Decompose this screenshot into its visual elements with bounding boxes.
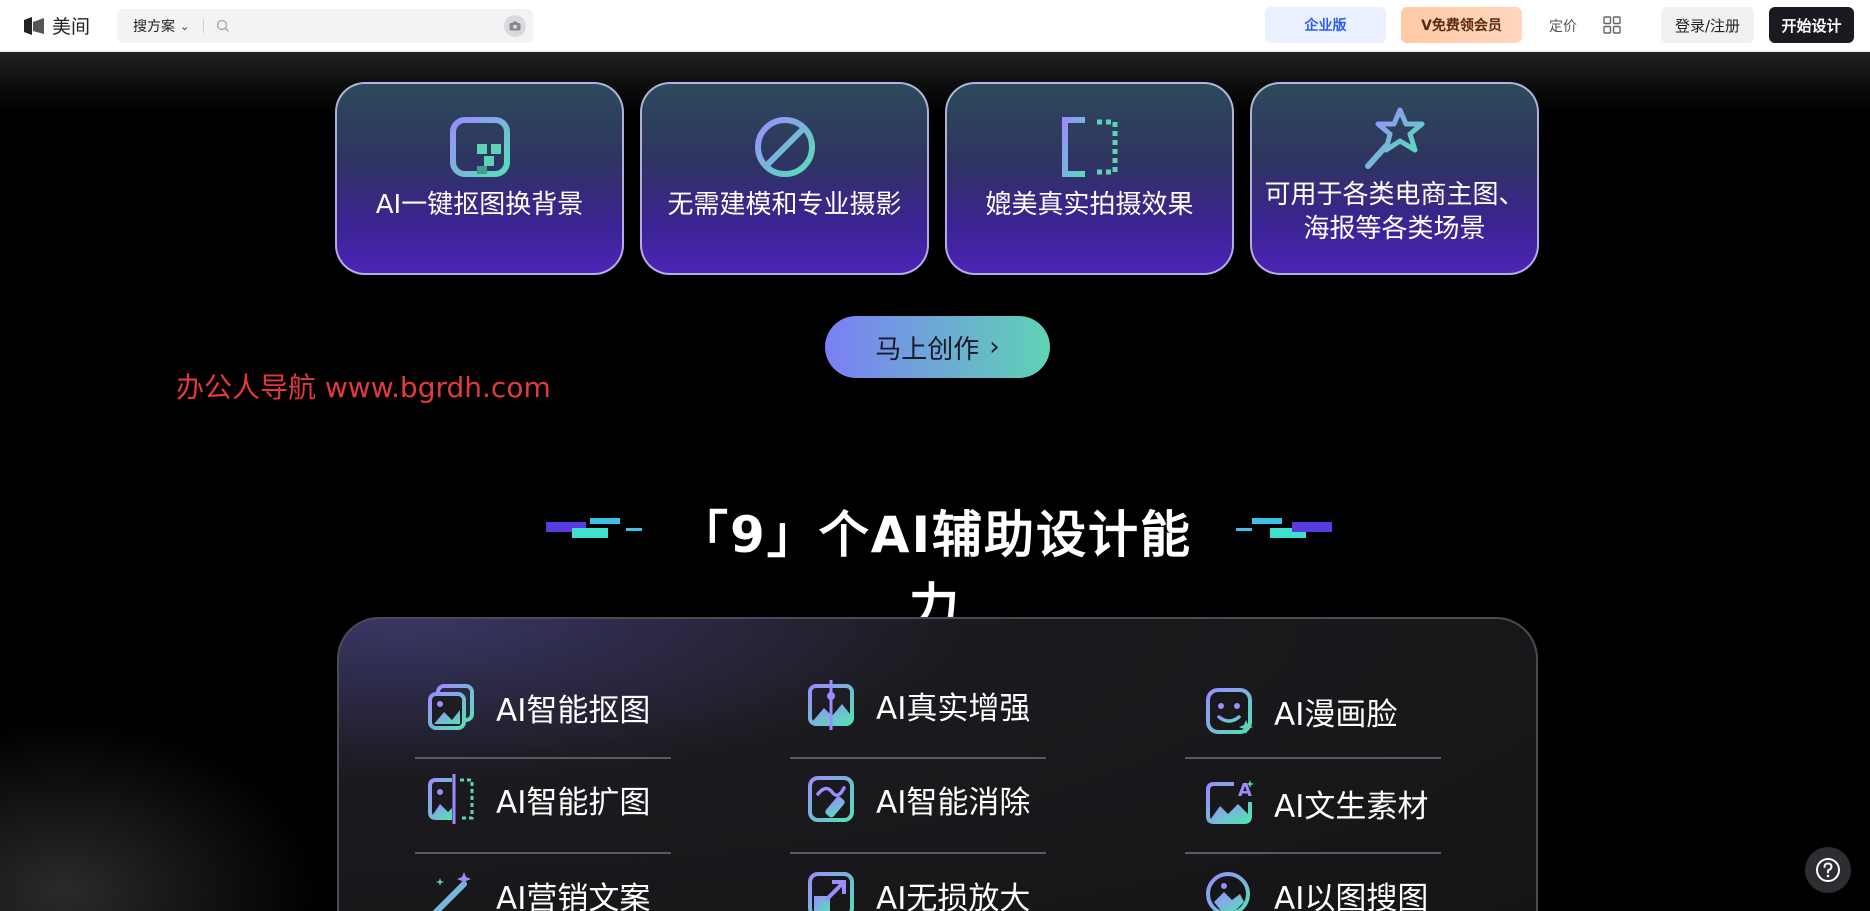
image-search-icon xyxy=(1206,872,1250,911)
divider xyxy=(1185,852,1441,854)
divider xyxy=(1185,757,1441,759)
feature-label: 无需建模和专业摄影 xyxy=(667,190,902,220)
watermark-text: 办公人导航 www.bgrdh.com xyxy=(176,371,551,404)
search-input[interactable] xyxy=(236,9,504,43)
no-entry-icon xyxy=(754,117,815,177)
text-to-image-icon: A xyxy=(1206,780,1254,824)
divider xyxy=(415,757,671,759)
logo[interactable]: 美间 xyxy=(22,12,90,39)
capability-ai-text-to-asset[interactable]: A AI文生素材 xyxy=(1204,778,1428,828)
capability-label: AI无损放大 xyxy=(876,880,1031,911)
feature-label-line2: 海报等各类场景 xyxy=(1303,214,1486,244)
capability-label: AI智能抠图 xyxy=(496,692,651,729)
feature-label: 可用于各类电商主图、 海报等各类场景 xyxy=(1265,178,1525,246)
title-decoration-right-icon xyxy=(1236,518,1332,538)
hero-smoke-background xyxy=(0,52,1870,112)
apps-grid-icon[interactable] xyxy=(1603,16,1621,34)
login-register-button[interactable]: 登录/注册 xyxy=(1661,7,1754,43)
capability-label: AI营销文案 xyxy=(496,880,651,911)
feature-card-realistic: 媲美真实拍摄效果 xyxy=(945,82,1234,275)
image-enhance-icon xyxy=(808,680,854,730)
enterprise-button[interactable]: 企业版 xyxy=(1265,7,1386,43)
camera-icon xyxy=(509,21,521,31)
capability-label: AI智能消除 xyxy=(876,784,1031,821)
free-vip-button[interactable]: V免费领会员 xyxy=(1401,7,1522,43)
logo-text: 美间 xyxy=(52,16,91,38)
top-nav-bar: 美间 搜方案 ⌄ 企业版 V免费领会员 定价 登录/注册 开始设计 xyxy=(0,0,1870,52)
feature-card-scenarios: 可用于各类电商主图、 海报等各类场景 xyxy=(1250,82,1539,275)
capability-ai-cartoon-face[interactable]: AI漫画脸 xyxy=(1204,686,1397,736)
feature-card-no-modeling: 无需建模和专业摄影 xyxy=(640,82,929,275)
feature-label-line1: 可用于各类电商主图、 xyxy=(1264,180,1525,210)
logo-icon xyxy=(24,16,44,35)
pricing-link[interactable]: 定价 xyxy=(1549,16,1577,36)
zoom-in-icon xyxy=(808,872,854,911)
search-scope-dropdown[interactable]: 搜方案 ⌄ xyxy=(133,16,189,36)
divider xyxy=(790,757,1046,759)
capability-ai-erase[interactable]: AI智能消除 xyxy=(806,774,1030,824)
create-now-button[interactable]: 马上创作 › xyxy=(825,316,1050,378)
title-decoration-left-icon xyxy=(546,518,642,538)
cartoon-face-icon xyxy=(1206,688,1253,734)
help-button[interactable] xyxy=(1805,847,1851,893)
search-bar: 搜方案 ⌄ xyxy=(117,9,533,43)
chevron-down-icon: ⌄ xyxy=(180,19,190,33)
feature-card-cutout: AI一键抠图换背景 xyxy=(335,82,624,275)
image-stack-icon xyxy=(428,684,474,730)
magic-wand-icon xyxy=(1364,107,1424,169)
compare-icon xyxy=(1061,116,1117,178)
capability-ai-enhance[interactable]: AI真实增强 xyxy=(806,680,1030,730)
search-icon xyxy=(217,19,230,32)
capability-ai-image-search[interactable]: AI以图搜图 xyxy=(1204,870,1428,911)
image-search-button[interactable] xyxy=(504,15,526,37)
start-design-button[interactable]: 开始设计 xyxy=(1769,7,1854,43)
capability-label: AI以图搜图 xyxy=(1274,880,1429,911)
capability-ai-marketing-copy[interactable]: AI营销文案 xyxy=(426,870,650,911)
bottom-smoke-background xyxy=(0,720,320,911)
capability-label: AI文生素材 xyxy=(1274,788,1429,825)
magic-pen-icon xyxy=(432,872,471,911)
question-circle-icon xyxy=(1816,858,1840,882)
create-now-label: 马上创作 xyxy=(875,334,980,365)
cutout-icon xyxy=(449,117,510,177)
divider xyxy=(415,852,671,854)
capability-label: AI漫画脸 xyxy=(1274,696,1398,733)
image-expand-icon xyxy=(428,774,474,824)
feature-label: AI一键抠图换背景 xyxy=(375,190,584,220)
eraser-icon xyxy=(808,776,854,822)
divider xyxy=(790,852,1046,854)
capability-ai-expand[interactable]: AI智能扩图 xyxy=(426,774,650,824)
capability-label: AI智能扩图 xyxy=(496,784,651,821)
search-scope-label: 搜方案 xyxy=(133,19,175,35)
feature-label: 媲美真实拍摄效果 xyxy=(985,190,1194,220)
capability-label: AI真实增强 xyxy=(876,690,1031,727)
capability-ai-upscale[interactable]: AI无损放大 xyxy=(806,870,1030,911)
capability-ai-cutout[interactable]: AI智能抠图 xyxy=(426,682,650,732)
chevron-right-icon: › xyxy=(989,332,1000,362)
capabilities-panel xyxy=(337,617,1538,911)
search-separator xyxy=(203,19,205,33)
